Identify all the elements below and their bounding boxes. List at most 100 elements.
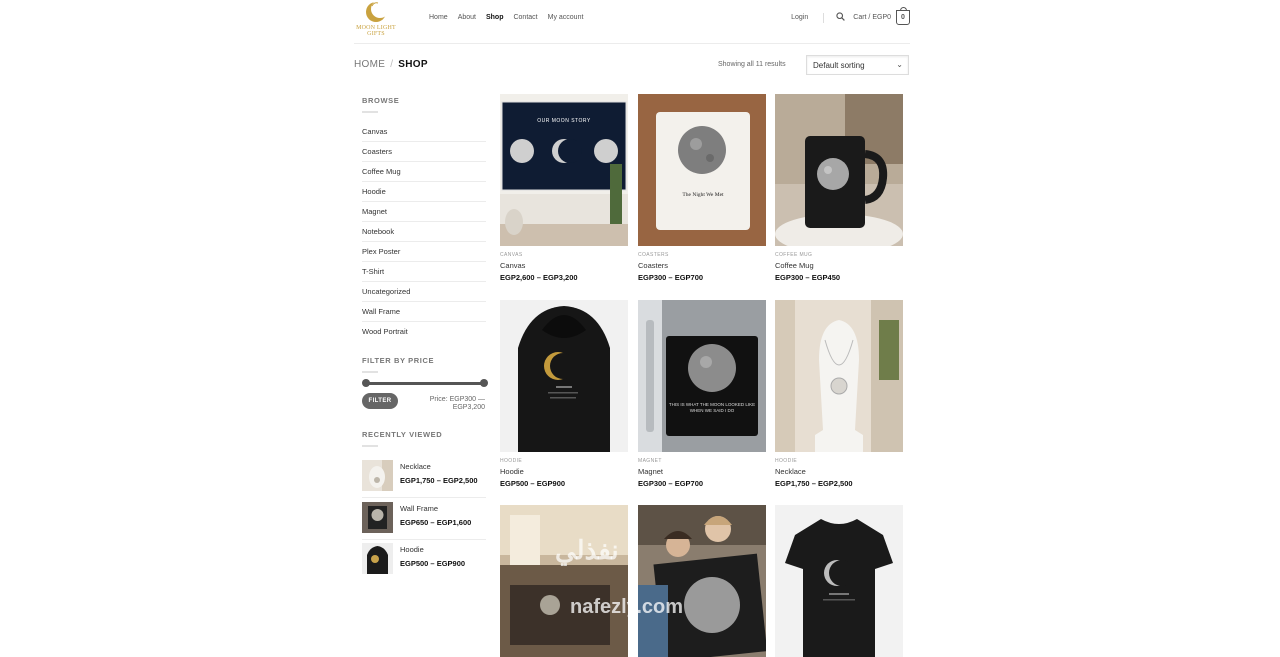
product-image[interactable] [775,505,903,657]
breadcrumb-separator: / [390,59,394,70]
recent-item-price: EGP1,750 – EGP2,500 [400,476,478,485]
recent-item-price: EGP650 – EGP1,600 [400,518,472,527]
divider [362,497,486,498]
recent-item-wall-frame[interactable]: Wall Frame EGP650 – EGP1,600 [362,502,486,540]
product-name[interactable]: Magnet [638,467,766,476]
filter-button[interactable]: FILTER [362,393,398,409]
cart-link[interactable]: Cart / EGP0 [853,14,891,21]
product-card-canvas[interactable]: OUR MOON STORY CANVAS Canvas EGP2,600 – … [500,94,628,282]
product-image[interactable] [500,300,628,452]
nav-contact[interactable]: Contact [513,14,537,21]
product-image[interactable]: OUR MOON STORY [500,94,628,246]
product-category: COFFEE MUG [775,252,813,258]
product-price: EGP300 – EGP700 [638,273,704,282]
category-item-wood-portrait[interactable]: Wood Portrait [362,322,486,342]
price-slider-max-handle[interactable] [480,379,488,387]
product-price: EGP300 – EGP700 [638,479,704,488]
product-name[interactable]: Canvas [500,261,628,270]
category-list: Canvas Coasters Coffee Mug Hoodie Magnet… [362,122,486,342]
category-item-hoodie[interactable]: Hoodie [362,182,486,202]
product-name[interactable]: Coasters [638,261,766,270]
moon-logo-icon [366,0,389,22]
recent-item-necklace[interactable]: Necklace EGP1,750 – EGP2,500 [362,460,486,498]
hoodie-thumbnail[interactable] [362,543,393,574]
product-image[interactable]: THIS IS WHAT THE MOON LOOKED LIKE WHEN W… [638,300,766,452]
necklace-thumbnail[interactable] [362,460,393,491]
header-divider [823,12,825,23]
title-underline [362,445,378,447]
breadcrumb-home[interactable]: HOME [354,59,385,70]
browse-title: BROWSE [362,96,400,105]
price-slider-min-handle[interactable] [362,379,370,387]
canvas-print-text: OUR MOON STORY [537,118,591,124]
category-item-magnet[interactable]: Magnet [362,202,486,222]
recent-item-price: EGP500 – EGP900 [400,559,466,568]
divider [362,539,486,540]
breadcrumb: HOME / SHOP [354,59,428,70]
product-price: EGP2,600 – EGP3,200 [500,273,578,282]
product-image[interactable] [500,505,628,657]
site-header: MOON LIGHT GIFTS Home About Shop Contact… [354,0,910,44]
magnet-print-text: THIS IS WHAT THE MOON LOOKED LIKE WHEN W… [668,402,756,413]
category-item-coasters[interactable]: Coasters [362,142,486,162]
recent-item-name[interactable]: Hoodie [400,545,424,554]
sort-select[interactable]: Default sorting ⌄ [806,55,909,75]
cart-count-badge[interactable]: 0 [896,7,910,25]
product-category: COASTERS [638,252,669,258]
recent-item-hoodie[interactable]: Hoodie EGP500 – EGP900 [362,543,486,581]
product-price: EGP300 – EGP450 [775,273,841,282]
category-item-wall-frame[interactable]: Wall Frame [362,302,486,322]
product-category: HOODIE [775,458,798,464]
nav-about[interactable]: About [458,14,476,21]
product-category: CANVAS [500,252,523,258]
header-actions: Login Cart / EGP0 0 [791,7,910,25]
product-category: MAGNET [638,458,662,464]
nav-my-account[interactable]: My account [548,14,584,21]
product-name[interactable]: Necklace [775,467,903,476]
site-logo[interactable]: MOON LIGHT GIFTS [354,0,400,40]
recent-item-name[interactable]: Necklace [400,462,431,471]
chevron-down-icon: ⌄ [896,60,903,69]
nav-shop[interactable]: Shop [486,14,504,21]
category-item-coffee-mug[interactable]: Coffee Mug [362,162,486,182]
category-item-plex-poster[interactable]: Plex Poster [362,242,486,262]
product-image[interactable]: The Night We Met [638,94,766,246]
category-item-notebook[interactable]: Notebook [362,222,486,242]
product-card-coasters[interactable]: The Night We Met COASTERS Coasters EGP30… [638,94,766,282]
price-slider-track[interactable] [365,382,484,385]
product-image[interactable] [775,300,903,452]
product-card-t-shirt[interactable] [775,505,903,657]
category-item-uncategorized[interactable]: Uncategorized [362,282,486,302]
login-link[interactable]: Login [791,14,808,21]
product-card-coffee-mug[interactable]: COFFEE MUG Coffee Mug EGP300 – EGP450 [775,94,903,282]
product-price: EGP1,750 – EGP2,500 [775,479,853,488]
filter-price-title: FILTER BY PRICE [362,356,435,365]
product-image[interactable] [775,94,903,246]
title-underline [362,371,378,373]
product-card-magnet[interactable]: THIS IS WHAT THE MOON LOOKED LIKE WHEN W… [638,300,766,488]
nav-home[interactable]: Home [429,14,448,21]
search-icon[interactable] [836,12,846,23]
product-name[interactable]: Hoodie [500,467,628,476]
sort-selected-value: Default sorting [813,61,865,70]
price-range-label: Price: EGP300 — EGP3,200 [429,396,485,411]
product-image[interactable] [638,505,766,657]
product-card-necklace[interactable]: HOODIE Necklace EGP1,750 – EGP2,500 [775,300,903,488]
category-item-t-shirt[interactable]: T-Shirt [362,262,486,282]
main-nav: Home About Shop Contact My account [429,14,583,21]
wall-frame-thumbnail[interactable] [362,502,393,533]
recently-viewed-title: RECENTLY VIEWED [362,430,443,439]
recent-item-name[interactable]: Wall Frame [400,504,438,513]
logo-text: MOON LIGHT GIFTS [356,25,396,37]
product-card-hoodie[interactable]: HOODIE Hoodie EGP500 – EGP900 [500,300,628,488]
coaster-print-text: The Night We Met [682,192,724,198]
product-card-notebook[interactable] [500,505,628,657]
breadcrumb-current: SHOP [398,59,428,70]
product-category: HOODIE [500,458,523,464]
product-price: EGP500 – EGP900 [500,479,566,488]
product-card-plex-poster[interactable] [638,505,766,657]
results-count: Showing all 11 results [718,61,786,68]
product-name[interactable]: Coffee Mug [775,261,903,270]
title-underline [362,111,378,113]
category-item-canvas[interactable]: Canvas [362,122,486,142]
